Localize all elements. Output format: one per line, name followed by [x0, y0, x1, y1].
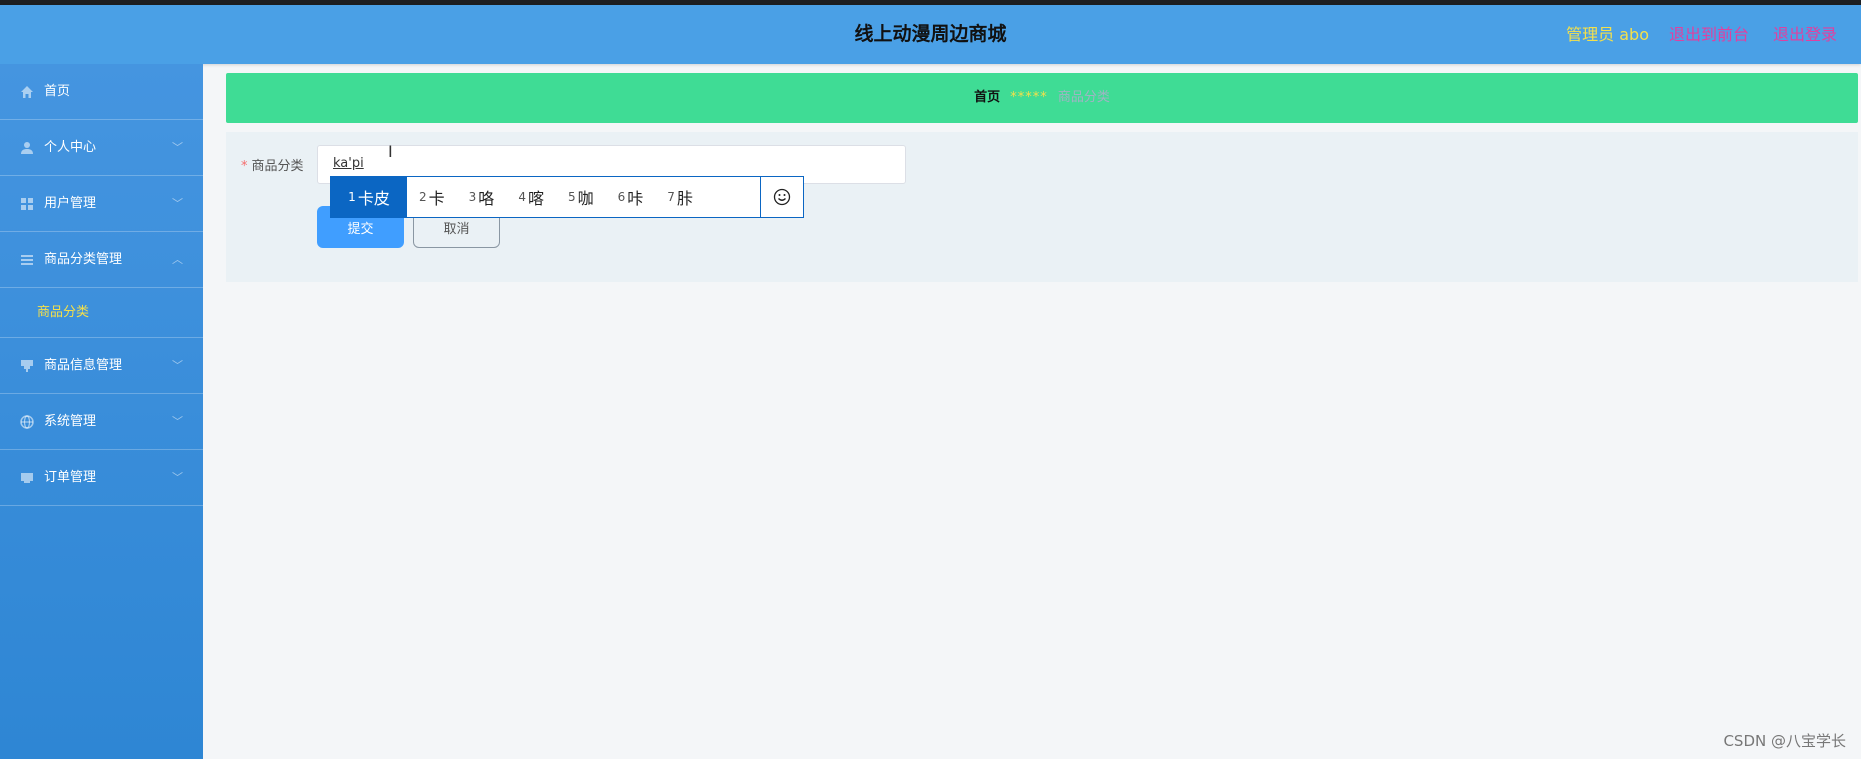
chevron-up-icon: ︿: [172, 253, 183, 266]
watermark: CSDN @八宝学长: [1723, 732, 1846, 750]
sidebar-subitem-category[interactable]: 商品分类: [0, 288, 203, 338]
goods-icon: [21, 360, 33, 372]
user-icon: [21, 142, 33, 154]
candidate-number: 6: [617, 190, 626, 204]
candidate-text: 咯: [478, 189, 495, 208]
logout-link[interactable]: 退出登录: [1773, 5, 1837, 64]
category-field-label: * 商品分类: [241, 155, 304, 174]
sidebar-item-goods-management[interactable]: 商品信息管理 ﹀: [0, 338, 203, 394]
chevron-down-icon: ﹀: [172, 197, 183, 210]
ime-candidate-6[interactable]: 6咔: [606, 177, 656, 217]
admin-user-label: 管理员 abo: [1566, 25, 1649, 44]
sidebar-item-label: 商品信息管理: [44, 358, 123, 373]
chevron-down-icon: ﹀: [172, 415, 183, 428]
candidate-text: 咔: [627, 189, 644, 208]
candidate-number: 1: [348, 190, 356, 204]
sidebar: 首页 个人中心 ﹀ 用户管理 ﹀ 商品分类管理 ︿ 商品分类 商品信息管理 ﹀ …: [0, 64, 203, 759]
sidebar-item-label: 商品分类管理: [44, 252, 123, 267]
app-header: 线上动漫周边商城 管理员 abo 退出到前台 退出登录: [0, 5, 1861, 64]
sidebar-item-label: 订单管理: [44, 470, 97, 485]
candidate-number: 3: [468, 190, 477, 204]
candidate-number: 2: [419, 190, 427, 204]
sidebar-item-home[interactable]: 首页: [0, 64, 203, 120]
ime-candidate-4[interactable]: 4喀: [506, 177, 556, 217]
category-input-value: ka'pi: [333, 156, 364, 171]
candidate-text: 胩: [676, 189, 693, 208]
candidate-text: 咖: [577, 189, 594, 208]
sidebar-item-category-management[interactable]: 商品分类管理 ︿: [0, 232, 203, 288]
home-icon: [21, 86, 33, 98]
sidebar-item-system-management[interactable]: 系统管理 ﹀: [0, 394, 203, 450]
sidebar-item-label: 系统管理: [44, 414, 97, 429]
order-icon: [21, 473, 33, 483]
ime-candidate-1[interactable]: 1 卡皮: [331, 177, 407, 217]
chevron-down-icon: ﹀: [172, 471, 183, 484]
ime-candidate-5[interactable]: 5咖: [556, 177, 606, 217]
candidate-number: 4: [518, 190, 526, 204]
chevron-down-icon: ﹀: [172, 359, 183, 372]
grid-icon: [21, 198, 33, 210]
smiley-icon[interactable]: [760, 177, 803, 217]
globe-icon: [20, 415, 34, 429]
back-to-front-link[interactable]: 退出到前台: [1669, 5, 1749, 64]
sidebar-item-order-management[interactable]: 订单管理 ﹀: [0, 450, 203, 506]
required-mark: *: [241, 159, 248, 174]
text-cursor-icon: I: [388, 142, 393, 161]
candidate-number: 5: [567, 190, 576, 204]
ime-candidate-7[interactable]: 7胩: [655, 177, 705, 217]
chevron-down-icon: ﹀: [172, 141, 183, 154]
candidate-text: 卡皮: [357, 189, 390, 208]
breadcrumb-separator: *****: [1010, 90, 1048, 105]
category-label-text: 商品分类: [251, 159, 304, 174]
sidebar-item-label: 用户管理: [44, 196, 97, 211]
candidate-text: 卡: [428, 189, 445, 208]
breadcrumb-current: 商品分类: [1057, 90, 1110, 105]
breadcrumb-home[interactable]: 首页: [974, 90, 1000, 105]
candidate-text: 喀: [527, 189, 544, 208]
ime-candidate-2[interactable]: 2卡: [407, 177, 457, 217]
breadcrumb: 首页 ***** 商品分类: [226, 73, 1858, 123]
list-icon: [21, 255, 33, 265]
ime-candidate-3[interactable]: 3咯: [457, 177, 507, 217]
sidebar-item-label: 个人中心: [44, 140, 97, 155]
sidebar-item-label: 首页: [44, 84, 71, 99]
candidate-number: 7: [667, 190, 675, 204]
sidebar-item-user-management[interactable]: 用户管理 ﹀: [0, 176, 203, 232]
sidebar-item-personal-center[interactable]: 个人中心 ﹀: [0, 120, 203, 176]
ime-candidate-bar: 1 卡皮 2卡 3咯 4喀 5咖 6咔 7胩: [330, 176, 804, 218]
